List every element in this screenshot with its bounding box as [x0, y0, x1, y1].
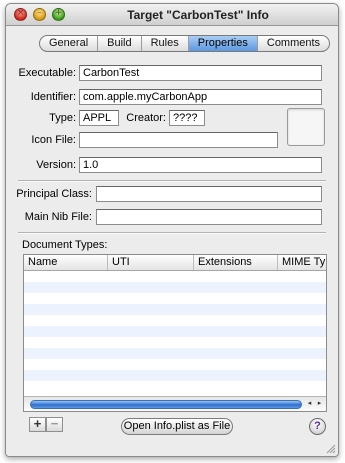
type-field[interactable]: APPL — [79, 110, 119, 126]
type-label: Type: — [49, 112, 76, 124]
main-nib-file-label: Main Nib File: — [24, 211, 92, 223]
executable-field[interactable]: CarbonTest — [79, 65, 322, 81]
scroll-right-arrow-icon[interactable]: ▸ — [315, 399, 324, 409]
principal-class-field[interactable] — [96, 186, 322, 202]
open-info-plist-button[interactable]: Open Info.plist as File — [121, 418, 233, 435]
table-row[interactable] — [24, 326, 326, 337]
identifier-label: Identifier: — [30, 91, 76, 103]
target-info-window: × – + Target "CarbonTest" Info General B… — [5, 3, 339, 457]
table-row[interactable] — [24, 304, 326, 315]
minimize-icon: – — [37, 8, 42, 18]
remove-document-type-button[interactable]: − — [46, 417, 63, 432]
table-row[interactable] — [24, 359, 326, 370]
title-bar[interactable]: × – + Target "CarbonTest" Info — [6, 4, 338, 26]
horizontal-scrollbar[interactable]: ◂ ▸ — [24, 396, 326, 411]
table-body[interactable] — [24, 271, 326, 395]
table-row[interactable] — [24, 315, 326, 326]
table-row[interactable] — [24, 337, 326, 348]
section-separator — [18, 180, 326, 182]
column-header-extensions[interactable]: Extensions — [194, 255, 278, 270]
creator-label: Creator: — [126, 112, 166, 124]
window-title: Target "CarbonTest" Info — [127, 8, 269, 22]
resize-grip-icon[interactable] — [325, 443, 336, 454]
table-row[interactable] — [24, 293, 326, 304]
column-header-name[interactable]: Name — [24, 255, 108, 270]
scroll-left-arrow-icon[interactable]: ◂ — [305, 399, 314, 409]
help-button[interactable]: ? — [309, 418, 326, 435]
tab-bar: General Build Rules Properties Comments — [39, 35, 331, 52]
main-nib-file-field[interactable] — [96, 209, 322, 225]
minimize-button[interactable]: – — [33, 8, 46, 21]
zoom-button[interactable]: + — [52, 8, 65, 21]
table-row[interactable] — [24, 348, 326, 359]
version-field[interactable]: 1.0 — [79, 157, 322, 173]
table-row[interactable] — [24, 271, 326, 282]
tab-comments[interactable]: Comments — [258, 36, 329, 51]
icon-file-label: Icon File: — [31, 134, 76, 146]
icon-file-field[interactable] — [79, 132, 278, 148]
column-header-mime-type[interactable]: MIME Typ — [278, 255, 326, 270]
add-document-type-button[interactable]: + — [29, 417, 46, 432]
table-header: Name UTI Extensions MIME Typ — [24, 255, 326, 271]
version-label: Version: — [36, 159, 76, 171]
tab-rules[interactable]: Rules — [142, 36, 189, 51]
section-separator — [18, 232, 326, 234]
icon-well[interactable] — [287, 108, 325, 146]
close-button[interactable]: × — [14, 8, 27, 21]
tab-general[interactable]: General — [40, 36, 99, 51]
executable-label: Executable: — [18, 67, 76, 79]
tab-build[interactable]: Build — [98, 36, 142, 51]
column-header-uti[interactable]: UTI — [108, 255, 194, 270]
table-row[interactable] — [24, 381, 326, 392]
scroll-thumb[interactable] — [30, 400, 302, 409]
zoom-icon: + — [54, 8, 63, 18]
creator-field[interactable]: ???? — [169, 110, 205, 126]
principal-class-label: Principal Class: — [16, 188, 92, 200]
identifier-field[interactable]: com.apple.myCarbonApp — [79, 89, 322, 105]
close-icon: × — [16, 8, 25, 18]
table-row[interactable] — [24, 282, 326, 293]
table-row[interactable] — [24, 370, 326, 381]
document-types-table[interactable]: Name UTI Extensions MIME Typ ◂ ▸ — [23, 254, 327, 412]
document-types-label: Document Types: — [22, 239, 108, 251]
tab-properties[interactable]: Properties — [188, 36, 258, 51]
